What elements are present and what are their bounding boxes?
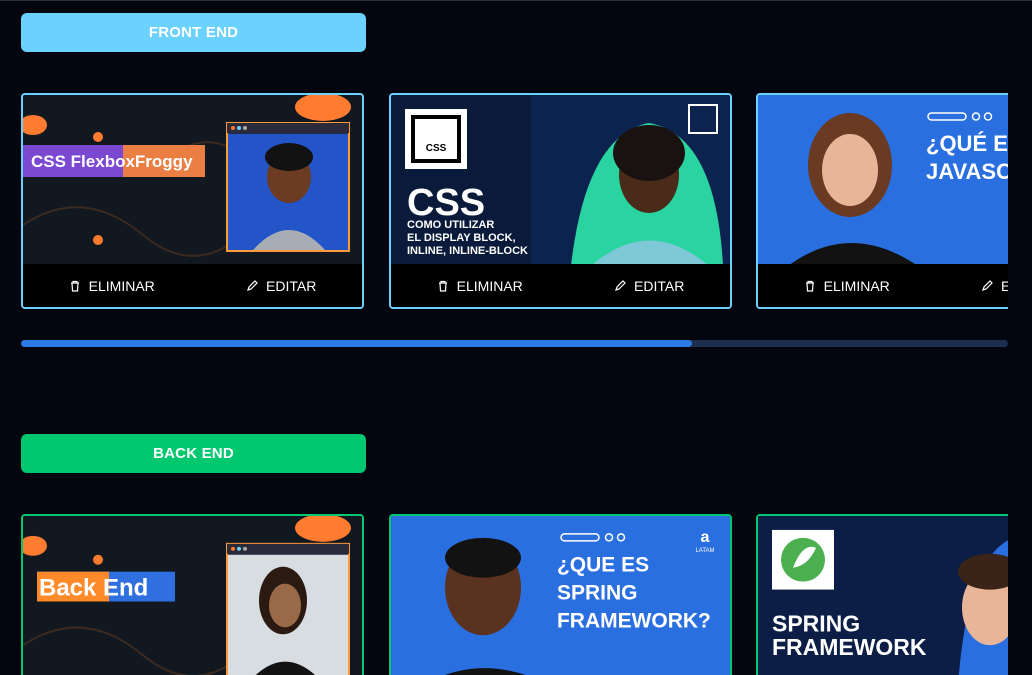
video-thumbnail[interactable]: a LATAM ¿QUE ES SPRING FRAMEWORK?: [391, 516, 730, 675]
video-thumbnail[interactable]: CSS CSS COMO UTILIZAR EL DISPLAY BLOCK, …: [391, 95, 730, 266]
svg-text:a: a: [701, 529, 710, 546]
svg-text:JAVASC: JAVASC: [926, 159, 1008, 184]
brand-label: LATAM: [695, 548, 714, 554]
delete-button[interactable]: ELIMINAR: [804, 278, 890, 294]
video-title: ¿QUÉ ES: [926, 131, 1008, 156]
css-badge: CSS: [426, 143, 447, 154]
video-thumbnail[interactable]: Back End: [23, 516, 362, 675]
pencil-icon: [615, 279, 626, 291]
edit-button[interactable]: EDITAR: [614, 278, 684, 294]
video-title: SPRING: [772, 610, 860, 636]
video-title: Back End: [39, 575, 148, 602]
delete-label: ELIMINAR: [456, 277, 523, 294]
video-thumbnail[interactable]: CSS FlexboxFroggy: [23, 95, 362, 266]
delete-label: ELIMINAR: [823, 277, 890, 294]
back-end-video-row[interactable]: Back End a LATAM ¿QUE ES SPRING FRAMEWOR…: [21, 514, 1008, 675]
edit-button[interactable]: EDITAR: [246, 278, 316, 294]
delete-button[interactable]: ELIMINAR: [437, 278, 523, 294]
svg-text:EL DISPLAY BLOCK,: EL DISPLAY BLOCK,: [407, 232, 516, 244]
edit-label: EDITAR: [1001, 278, 1008, 294]
video-title: CSS FlexboxFroggy: [31, 152, 193, 171]
svg-text:FRAMEWORK?: FRAMEWORK?: [557, 609, 711, 632]
edit-label: EDITAR: [634, 277, 685, 294]
trash-icon: [438, 280, 447, 292]
delete-button[interactable]: ELIMINAR: [69, 278, 155, 294]
card-actions: ELIMINAR EDITAR: [23, 264, 362, 307]
trash-icon: [805, 280, 814, 292]
scrollbar-thumb[interactable]: [21, 340, 693, 347]
video-card[interactable]: CSS CSS COMO UTILIZAR EL DISPLAY BLOCK, …: [389, 93, 732, 309]
video-card[interactable]: Back End: [21, 514, 364, 675]
video-card[interactable]: CSS FlexboxFroggy ELIMINAR EDITAR: [21, 93, 364, 309]
svg-text:INLINE, INLINE-BLOCK: INLINE, INLINE-BLOCK: [407, 245, 528, 257]
front-end-scrollbar[interactable]: [21, 340, 1008, 347]
delete-label: ELIMINAR: [88, 277, 155, 294]
video-title: CSS: [407, 182, 485, 224]
video-title: ¿QUE ES: [557, 554, 649, 577]
edit-label: EDITAR: [266, 277, 317, 294]
trash-icon: [70, 280, 79, 292]
card-actions: ELIMINAR EDITAR: [391, 264, 730, 307]
video-thumbnail[interactable]: ¿QUÉ ES JAVASC: [758, 95, 1008, 266]
front-end-video-row[interactable]: CSS FlexboxFroggy ELIMINAR EDITAR CSS CS…: [21, 93, 1008, 310]
svg-text:COMO UTILIZAR: COMO UTILIZAR: [407, 219, 494, 231]
pencil-icon: [247, 279, 258, 291]
edit-button[interactable]: EDITAR: [981, 278, 1008, 294]
front-end-category-label: FRONT END: [21, 13, 366, 52]
back-end-category-label: BACK END: [21, 434, 366, 473]
video-card[interactable]: a LATAM ¿QUE ES SPRING FRAMEWORK?: [389, 514, 732, 675]
pencil-icon: [982, 279, 993, 291]
svg-text:SPRING: SPRING: [557, 582, 637, 605]
card-actions: ELIMINAR EDITAR: [758, 264, 1008, 307]
video-card[interactable]: SPRING FRAMEWORK: [756, 514, 1008, 675]
svg-text:FRAMEWORK: FRAMEWORK: [772, 634, 927, 660]
video-thumbnail[interactable]: SPRING FRAMEWORK: [758, 516, 1008, 675]
video-card[interactable]: ¿QUÉ ES JAVASC ELIMINAR EDITAR: [756, 93, 1008, 309]
